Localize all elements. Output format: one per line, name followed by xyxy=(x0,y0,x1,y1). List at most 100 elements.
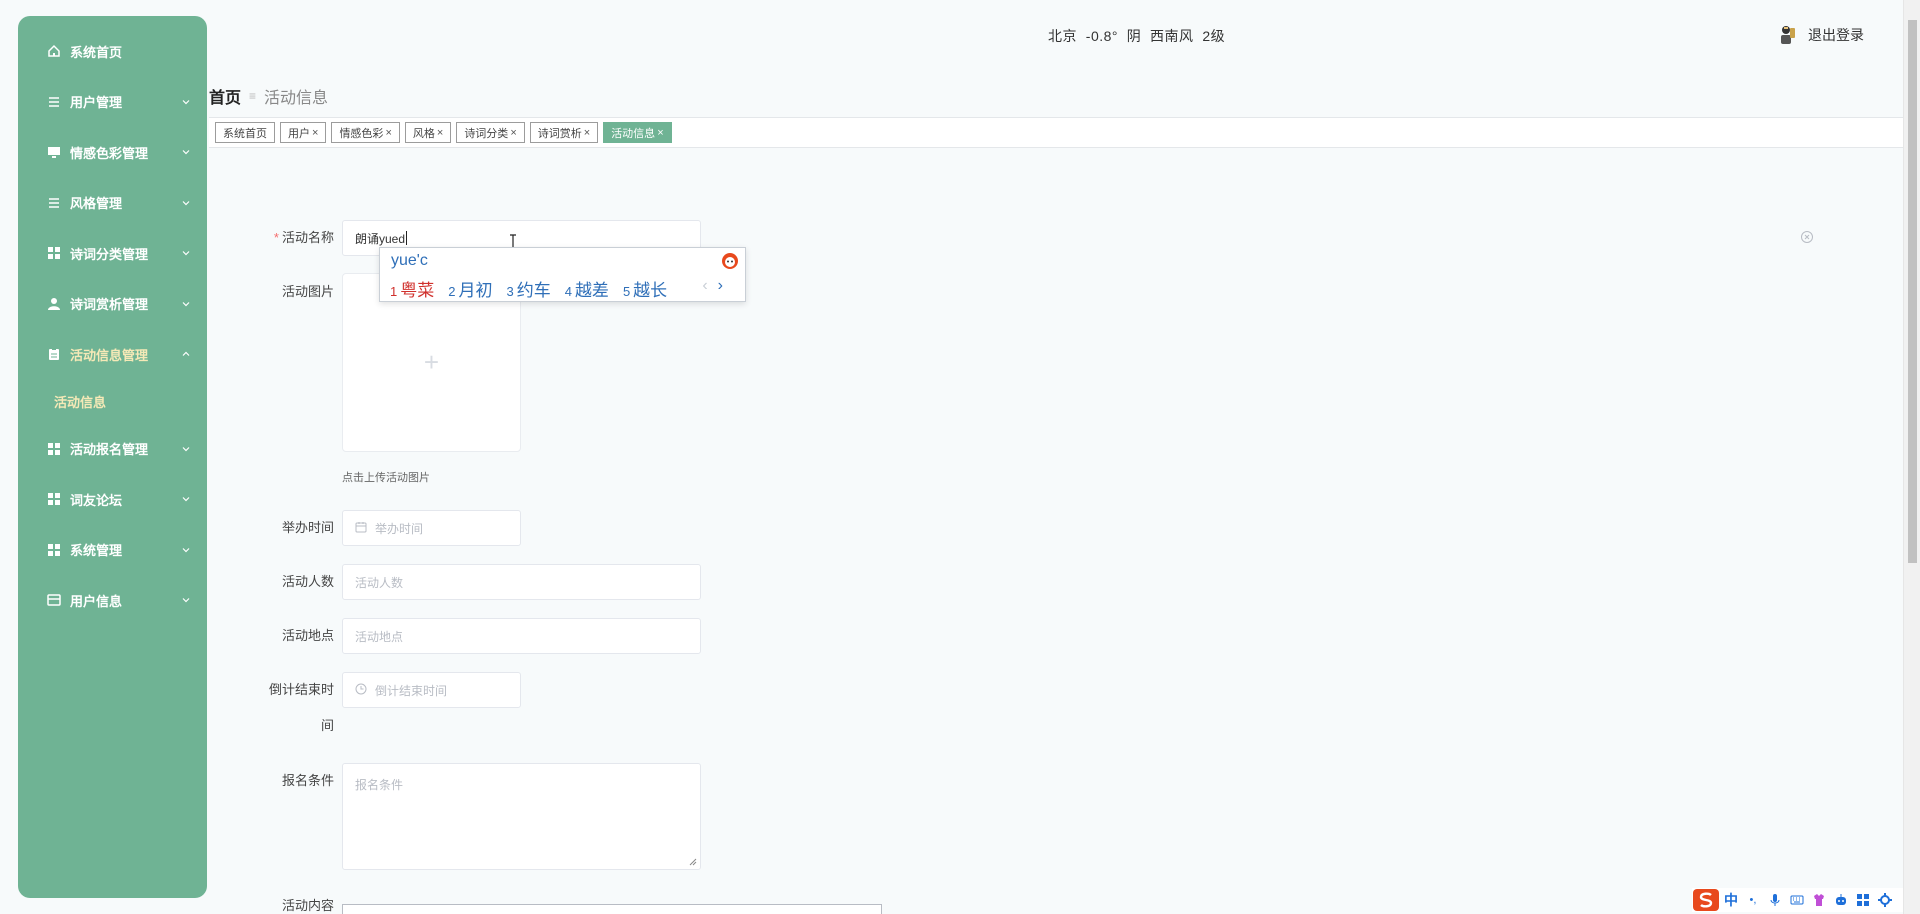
keyboard-icon[interactable] xyxy=(1786,890,1808,910)
sidebar-item-6[interactable]: 活动信息管理 xyxy=(18,329,207,380)
tab-tag-label: 诗词赏析 xyxy=(537,127,582,140)
ime-punctuation-toggle[interactable]: •, xyxy=(1742,890,1764,910)
chevron-down-icon xyxy=(181,299,191,309)
signup-condition-textarea[interactable]: 报名条件 xyxy=(342,763,701,870)
tab-tag-label: 系统首页 xyxy=(223,127,267,140)
participant-count-input[interactable]: 活动人数 xyxy=(342,564,701,600)
sidebar-item-3[interactable]: 风格管理 xyxy=(18,178,207,229)
submenu-item-activity-info[interactable]: 活动信息 xyxy=(18,380,207,424)
activity-image-label: 活动图片 xyxy=(281,284,334,299)
sidebar-item-label: 诗词赏析管理 xyxy=(70,297,149,313)
logout-button[interactable]: 退出登录 xyxy=(1778,24,1864,46)
sidebar-item-1[interactable]: 用户管理 xyxy=(18,77,207,128)
sidebar-item-0[interactable]: 系统首页 xyxy=(18,26,207,77)
grid-icon xyxy=(46,441,62,457)
toolbox-grid-icon[interactable] xyxy=(1852,890,1874,910)
ime-candidate-list: 1 粤菜 2 月初 3 约车 4 越差 5 越长 xyxy=(390,276,681,301)
resize-grip-icon[interactable] xyxy=(689,858,697,866)
activity-name-label: * 活动名称 xyxy=(244,220,334,256)
chevron-down-icon xyxy=(181,494,191,504)
ime-candidate-text: 越差 xyxy=(574,281,609,300)
tab-tag-label: 用户 xyxy=(288,127,310,140)
tab-tag[interactable]: 活动信息 × xyxy=(603,122,672,143)
sidebar-item-2[interactable]: 情感色彩管理 xyxy=(18,127,207,178)
breadcrumb: 首页 ≡ 活动信息 xyxy=(209,84,328,108)
ime-candidate[interactable]: 4 越差 xyxy=(565,276,609,301)
location-placeholder: 活动地点 xyxy=(355,629,404,644)
sidebar-item-label: 用户管理 xyxy=(70,95,123,111)
ime-candidate[interactable]: 2 月初 xyxy=(448,276,492,301)
tab-tag[interactable]: 用户 × xyxy=(280,122,327,143)
hold-time-placeholder: 举办时间 xyxy=(375,521,424,536)
ime-candidate[interactable]: 5 越长 xyxy=(623,276,667,301)
tab-tag[interactable]: 情感色彩 × xyxy=(331,122,400,143)
ime-candidate-text: 越长 xyxy=(633,281,668,300)
ime-next-page-icon[interactable]: › xyxy=(718,277,723,295)
sidebar-item-10[interactable]: 用户信息 xyxy=(18,575,207,626)
sogou-s-icon[interactable] xyxy=(1692,888,1720,912)
page-scrollbar[interactable] xyxy=(1903,0,1920,914)
tab-tag-label: 风格 xyxy=(412,127,435,140)
upload-tip: 点击上传活动图片 xyxy=(342,472,430,484)
breadcrumb-separator-icon: ≡ xyxy=(249,89,257,103)
list-icon xyxy=(46,195,62,211)
ime-candidate-text: 月初 xyxy=(458,281,493,300)
sidebar-item-label: 词友论坛 xyxy=(70,492,123,508)
ime-candidate-number: 1 xyxy=(390,284,398,299)
ime-candidate-number: 5 xyxy=(622,284,631,299)
grid-icon xyxy=(46,491,62,507)
ime-candidate[interactable]: 1 粤菜 xyxy=(390,276,434,301)
countdown-end-input[interactable]: 倒计结束时间 xyxy=(342,672,521,708)
ime-page-nav: ‹ › xyxy=(702,277,723,295)
breadcrumb-home[interactable]: 首页 xyxy=(209,84,241,108)
location-input[interactable]: 活动地点 xyxy=(342,618,701,654)
tab-tag[interactable]: 风格 × xyxy=(404,122,452,143)
avatar-icon xyxy=(1781,26,1795,44)
signup-condition-placeholder: 报名条件 xyxy=(355,778,404,792)
close-icon[interactable]: × xyxy=(437,127,443,139)
weather-info: 北京 -0.8° 阴 西南风 2级 xyxy=(1048,28,1226,44)
tab-tag-label: 诗词分类 xyxy=(464,127,509,140)
microphone-icon[interactable] xyxy=(1764,890,1786,910)
sidebar-item-9[interactable]: 系统管理 xyxy=(18,525,207,576)
chevron-down-icon xyxy=(181,545,191,555)
sidebar-item-label: 活动报名管理 xyxy=(70,442,149,458)
tab-tag[interactable]: 诗词赏析 × xyxy=(529,122,599,143)
monitor-icon xyxy=(46,144,62,160)
scrollbar-thumb[interactable] xyxy=(1908,20,1917,563)
close-icon[interactable]: × xyxy=(657,127,663,139)
user-icon xyxy=(46,296,62,312)
ime-prev-page-icon[interactable]: ‹ xyxy=(702,277,707,295)
sogou-logo-icon xyxy=(722,253,738,269)
robot-icon[interactable] xyxy=(1830,890,1852,910)
calendar-icon xyxy=(355,521,369,535)
list-icon xyxy=(46,94,62,110)
sidebar-item-4[interactable]: 诗词分类管理 xyxy=(18,228,207,279)
clear-icon[interactable] xyxy=(1800,230,1814,244)
activity-name-label-text: 活动名称 xyxy=(281,230,334,245)
sidebar-item-label: 用户信息 xyxy=(70,593,123,609)
chevron-down-icon xyxy=(181,248,191,258)
ime-language-toggle[interactable]: 中 xyxy=(1720,890,1742,910)
chevron-down-icon xyxy=(181,444,191,454)
close-icon[interactable]: × xyxy=(584,127,590,139)
grid-icon xyxy=(46,245,62,261)
logout-label: 退出登录 xyxy=(1808,27,1864,43)
sidebar-item-7[interactable]: 活动报名管理 xyxy=(18,424,207,475)
close-icon[interactable]: × xyxy=(510,127,516,139)
skin-icon[interactable] xyxy=(1808,890,1830,910)
settings-gear-icon[interactable] xyxy=(1874,890,1896,910)
hold-time-input[interactable]: 举办时间 xyxy=(342,510,521,546)
chevron-down-icon xyxy=(181,147,191,157)
ime-candidate-number: 3 xyxy=(506,284,514,299)
sidebar-item-5[interactable]: 诗词赏析管理 xyxy=(18,279,207,330)
sidebar-item-label: 诗词分类管理 xyxy=(70,246,149,262)
sidebar-item-8[interactable]: 词友论坛 xyxy=(18,474,207,525)
close-icon[interactable]: × xyxy=(312,127,318,139)
ime-candidate[interactable]: 3 约车 xyxy=(506,276,550,301)
close-icon[interactable]: × xyxy=(385,127,391,139)
tab-tag[interactable]: 诗词分类 × xyxy=(456,122,525,143)
activity-content-editor[interactable] xyxy=(342,904,882,914)
tab-tag[interactable]: 系统首页 xyxy=(215,122,275,143)
tab-tag-label: 活动信息 xyxy=(611,127,656,140)
